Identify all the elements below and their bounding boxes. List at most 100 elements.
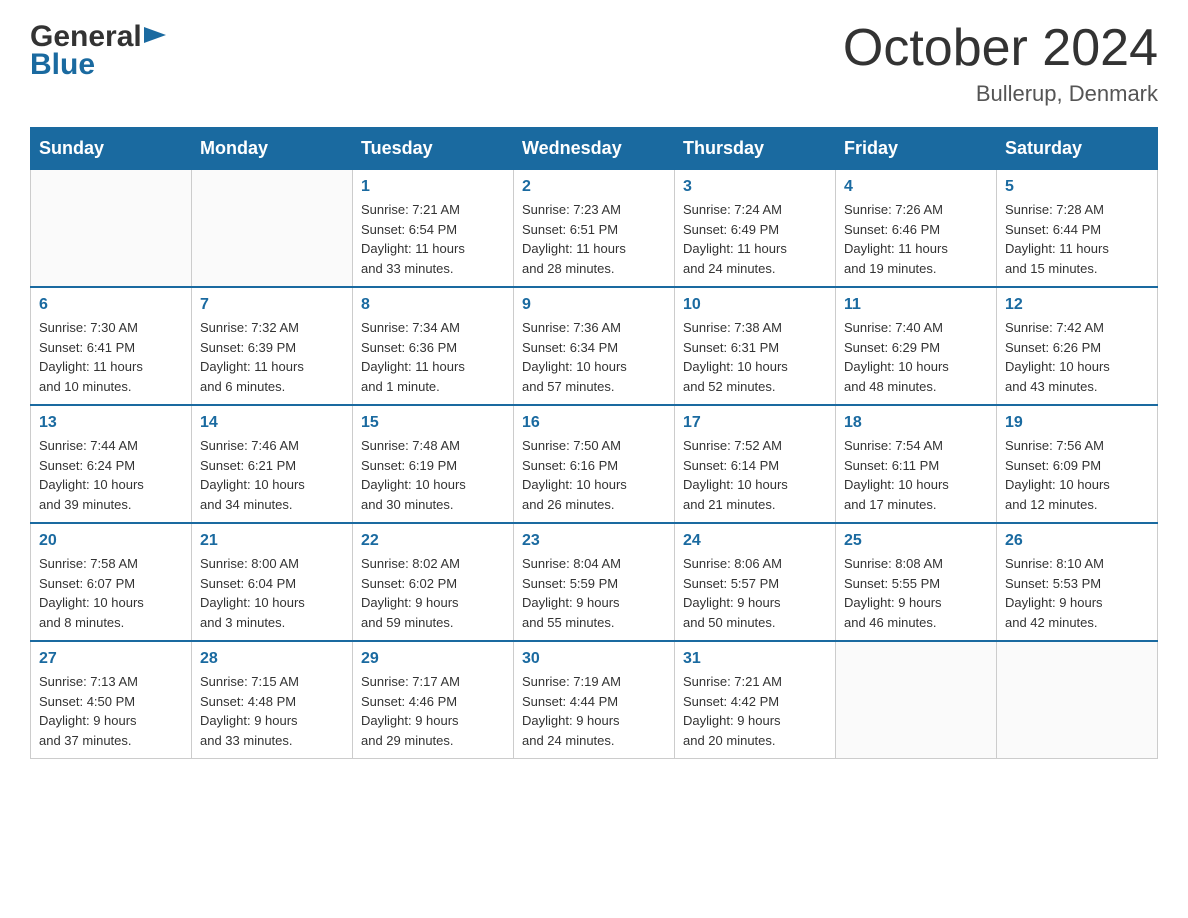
day-info: Sunrise: 8:02 AM Sunset: 6:02 PM Dayligh… xyxy=(361,554,505,632)
calendar-day-cell xyxy=(836,641,997,759)
calendar-day-cell: 28 Sunrise: 7:15 AM Sunset: 4:48 PM Dayli… xyxy=(192,641,353,759)
day-number: 20 xyxy=(39,532,183,550)
day-info: Sunrise: 7:54 AM Sunset: 6:11 PM Dayligh… xyxy=(844,436,988,514)
day-info: Sunrise: 7:46 AM Sunset: 6:21 PM Dayligh… xyxy=(200,436,344,514)
calendar-day-cell: 24 Sunrise: 8:06 AM Sunset: 5:57 PM Dayli… xyxy=(675,523,836,641)
calendar-day-cell: 16 Sunrise: 7:50 AM Sunset: 6:16 PM Dayli… xyxy=(514,405,675,523)
day-number: 10 xyxy=(683,296,827,314)
calendar-day-cell: 2Sunrise: 7:23 AM Sunset: 6:51 PM Daylig… xyxy=(514,170,675,288)
day-of-week-header: Thursday xyxy=(675,128,836,170)
day-number: 12 xyxy=(1005,296,1149,314)
day-number: 29 xyxy=(361,650,505,668)
day-info: Sunrise: 7:17 AM Sunset: 4:46 PM Dayligh… xyxy=(361,672,505,750)
calendar-header-row: SundayMondayTuesdayWednesdayThursdayFrid… xyxy=(31,128,1158,170)
calendar-day-cell: 29 Sunrise: 7:17 AM Sunset: 4:46 PM Dayli… xyxy=(353,641,514,759)
calendar-week-row: 27 Sunrise: 7:13 AM Sunset: 4:50 PM Dayli… xyxy=(31,641,1158,759)
calendar-day-cell: 12 Sunrise: 7:42 AM Sunset: 6:26 PM Dayli… xyxy=(997,287,1158,405)
calendar-day-cell: 19Sunrise: 7:56 AM Sunset: 6:09 PM Dayli… xyxy=(997,405,1158,523)
day-info: Sunrise: 7:40 AM Sunset: 6:29 PM Dayligh… xyxy=(844,318,988,396)
day-info: Sunrise: 7:15 AM Sunset: 4:48 PM Dayligh… xyxy=(200,672,344,750)
day-number: 30 xyxy=(522,650,666,668)
calendar-day-cell: 1 Sunrise: 7:21 AM Sunset: 6:54 PM Daylig… xyxy=(353,170,514,288)
calendar-day-cell: 3 Sunrise: 7:24 AM Sunset: 6:49 PM Daylig… xyxy=(675,170,836,288)
calendar-day-cell: 25 Sunrise: 8:08 AM Sunset: 5:55 PM Dayli… xyxy=(836,523,997,641)
day-info: Sunrise: 7:24 AM Sunset: 6:49 PM Dayligh… xyxy=(683,200,827,278)
day-info: Sunrise: 8:00 AM Sunset: 6:04 PM Dayligh… xyxy=(200,554,344,632)
day-number: 31 xyxy=(683,650,827,668)
page-header: General Blue October 2024 Bullerup, Denm… xyxy=(30,20,1158,107)
day-info: Sunrise: 8:10 AM Sunset: 5:53 PM Dayligh… xyxy=(1005,554,1149,632)
calendar-week-row: 13Sunrise: 7:44 AM Sunset: 6:24 PM Dayli… xyxy=(31,405,1158,523)
logo-triangle-icon xyxy=(144,27,166,49)
calendar-day-cell: 21 Sunrise: 8:00 AM Sunset: 6:04 PM Dayli… xyxy=(192,523,353,641)
day-number: 3 xyxy=(683,178,827,196)
day-of-week-header: Monday xyxy=(192,128,353,170)
day-number: 5 xyxy=(1005,178,1149,196)
calendar-day-cell: 17 Sunrise: 7:52 AM Sunset: 6:14 PM Dayli… xyxy=(675,405,836,523)
day-info: Sunrise: 7:26 AM Sunset: 6:46 PM Dayligh… xyxy=(844,200,988,278)
calendar-day-cell: 8 Sunrise: 7:34 AM Sunset: 6:36 PM Daylig… xyxy=(353,287,514,405)
day-number: 8 xyxy=(361,296,505,314)
calendar-day-cell: 22 Sunrise: 8:02 AM Sunset: 6:02 PM Dayli… xyxy=(353,523,514,641)
calendar-week-row: 1 Sunrise: 7:21 AM Sunset: 6:54 PM Daylig… xyxy=(31,170,1158,288)
day-info: Sunrise: 8:06 AM Sunset: 5:57 PM Dayligh… xyxy=(683,554,827,632)
day-number: 17 xyxy=(683,414,827,432)
day-number: 22 xyxy=(361,532,505,550)
calendar-day-cell: 27 Sunrise: 7:13 AM Sunset: 4:50 PM Dayli… xyxy=(31,641,192,759)
day-info: Sunrise: 8:08 AM Sunset: 5:55 PM Dayligh… xyxy=(844,554,988,632)
day-number: 6 xyxy=(39,296,183,314)
day-info: Sunrise: 7:36 AM Sunset: 6:34 PM Dayligh… xyxy=(522,318,666,396)
calendar-day-cell: 5 Sunrise: 7:28 AM Sunset: 6:44 PM Daylig… xyxy=(997,170,1158,288)
day-info: Sunrise: 7:34 AM Sunset: 6:36 PM Dayligh… xyxy=(361,318,505,396)
calendar-table: SundayMondayTuesdayWednesdayThursdayFrid… xyxy=(30,127,1158,759)
day-info: Sunrise: 7:52 AM Sunset: 6:14 PM Dayligh… xyxy=(683,436,827,514)
calendar-day-cell: 6 Sunrise: 7:30 AM Sunset: 6:41 PM Daylig… xyxy=(31,287,192,405)
day-info: Sunrise: 7:30 AM Sunset: 6:41 PM Dayligh… xyxy=(39,318,183,396)
calendar-day-cell: 7Sunrise: 7:32 AM Sunset: 6:39 PM Daylig… xyxy=(192,287,353,405)
month-title: October 2024 xyxy=(843,20,1158,77)
day-number: 14 xyxy=(200,414,344,432)
day-number: 21 xyxy=(200,532,344,550)
day-number: 18 xyxy=(844,414,988,432)
calendar-day-cell: 23Sunrise: 8:04 AM Sunset: 5:59 PM Dayli… xyxy=(514,523,675,641)
calendar-week-row: 6 Sunrise: 7:30 AM Sunset: 6:41 PM Daylig… xyxy=(31,287,1158,405)
day-number: 1 xyxy=(361,178,505,196)
day-of-week-header: Wednesday xyxy=(514,128,675,170)
location-title: Bullerup, Denmark xyxy=(843,81,1158,107)
calendar-day-cell: 26 Sunrise: 8:10 AM Sunset: 5:53 PM Dayli… xyxy=(997,523,1158,641)
day-number: 11 xyxy=(844,296,988,314)
calendar-day-cell: 10 Sunrise: 7:38 AM Sunset: 6:31 PM Dayli… xyxy=(675,287,836,405)
day-info: Sunrise: 7:38 AM Sunset: 6:31 PM Dayligh… xyxy=(683,318,827,396)
day-number: 25 xyxy=(844,532,988,550)
day-info: Sunrise: 7:19 AM Sunset: 4:44 PM Dayligh… xyxy=(522,672,666,750)
day-info: Sunrise: 7:21 AM Sunset: 6:54 PM Dayligh… xyxy=(361,200,505,278)
logo: General Blue xyxy=(30,20,166,82)
day-number: 15 xyxy=(361,414,505,432)
calendar-day-cell: 31 Sunrise: 7:21 AM Sunset: 4:42 PM Dayli… xyxy=(675,641,836,759)
logo-blue-text: Blue xyxy=(30,48,95,82)
day-number: 9 xyxy=(522,296,666,314)
calendar-day-cell: 9 Sunrise: 7:36 AM Sunset: 6:34 PM Daylig… xyxy=(514,287,675,405)
day-info: Sunrise: 7:13 AM Sunset: 4:50 PM Dayligh… xyxy=(39,672,183,750)
day-info: Sunrise: 7:42 AM Sunset: 6:26 PM Dayligh… xyxy=(1005,318,1149,396)
day-number: 27 xyxy=(39,650,183,668)
day-number: 4 xyxy=(844,178,988,196)
day-info: Sunrise: 7:58 AM Sunset: 6:07 PM Dayligh… xyxy=(39,554,183,632)
day-info: Sunrise: 7:32 AM Sunset: 6:39 PM Dayligh… xyxy=(200,318,344,396)
calendar-day-cell: 11 Sunrise: 7:40 AM Sunset: 6:29 PM Dayli… xyxy=(836,287,997,405)
day-of-week-header: Sunday xyxy=(31,128,192,170)
calendar-day-cell xyxy=(31,170,192,288)
day-number: 16 xyxy=(522,414,666,432)
title-block: October 2024 Bullerup, Denmark xyxy=(843,20,1158,107)
day-info: Sunrise: 7:50 AM Sunset: 6:16 PM Dayligh… xyxy=(522,436,666,514)
day-number: 24 xyxy=(683,532,827,550)
calendar-day-cell: 15Sunrise: 7:48 AM Sunset: 6:19 PM Dayli… xyxy=(353,405,514,523)
calendar-day-cell: 14 Sunrise: 7:46 AM Sunset: 6:21 PM Dayli… xyxy=(192,405,353,523)
day-of-week-header: Saturday xyxy=(997,128,1158,170)
day-number: 26 xyxy=(1005,532,1149,550)
day-number: 28 xyxy=(200,650,344,668)
day-of-week-header: Tuesday xyxy=(353,128,514,170)
day-number: 23 xyxy=(522,532,666,550)
day-info: Sunrise: 7:21 AM Sunset: 4:42 PM Dayligh… xyxy=(683,672,827,750)
day-info: Sunrise: 7:28 AM Sunset: 6:44 PM Dayligh… xyxy=(1005,200,1149,278)
